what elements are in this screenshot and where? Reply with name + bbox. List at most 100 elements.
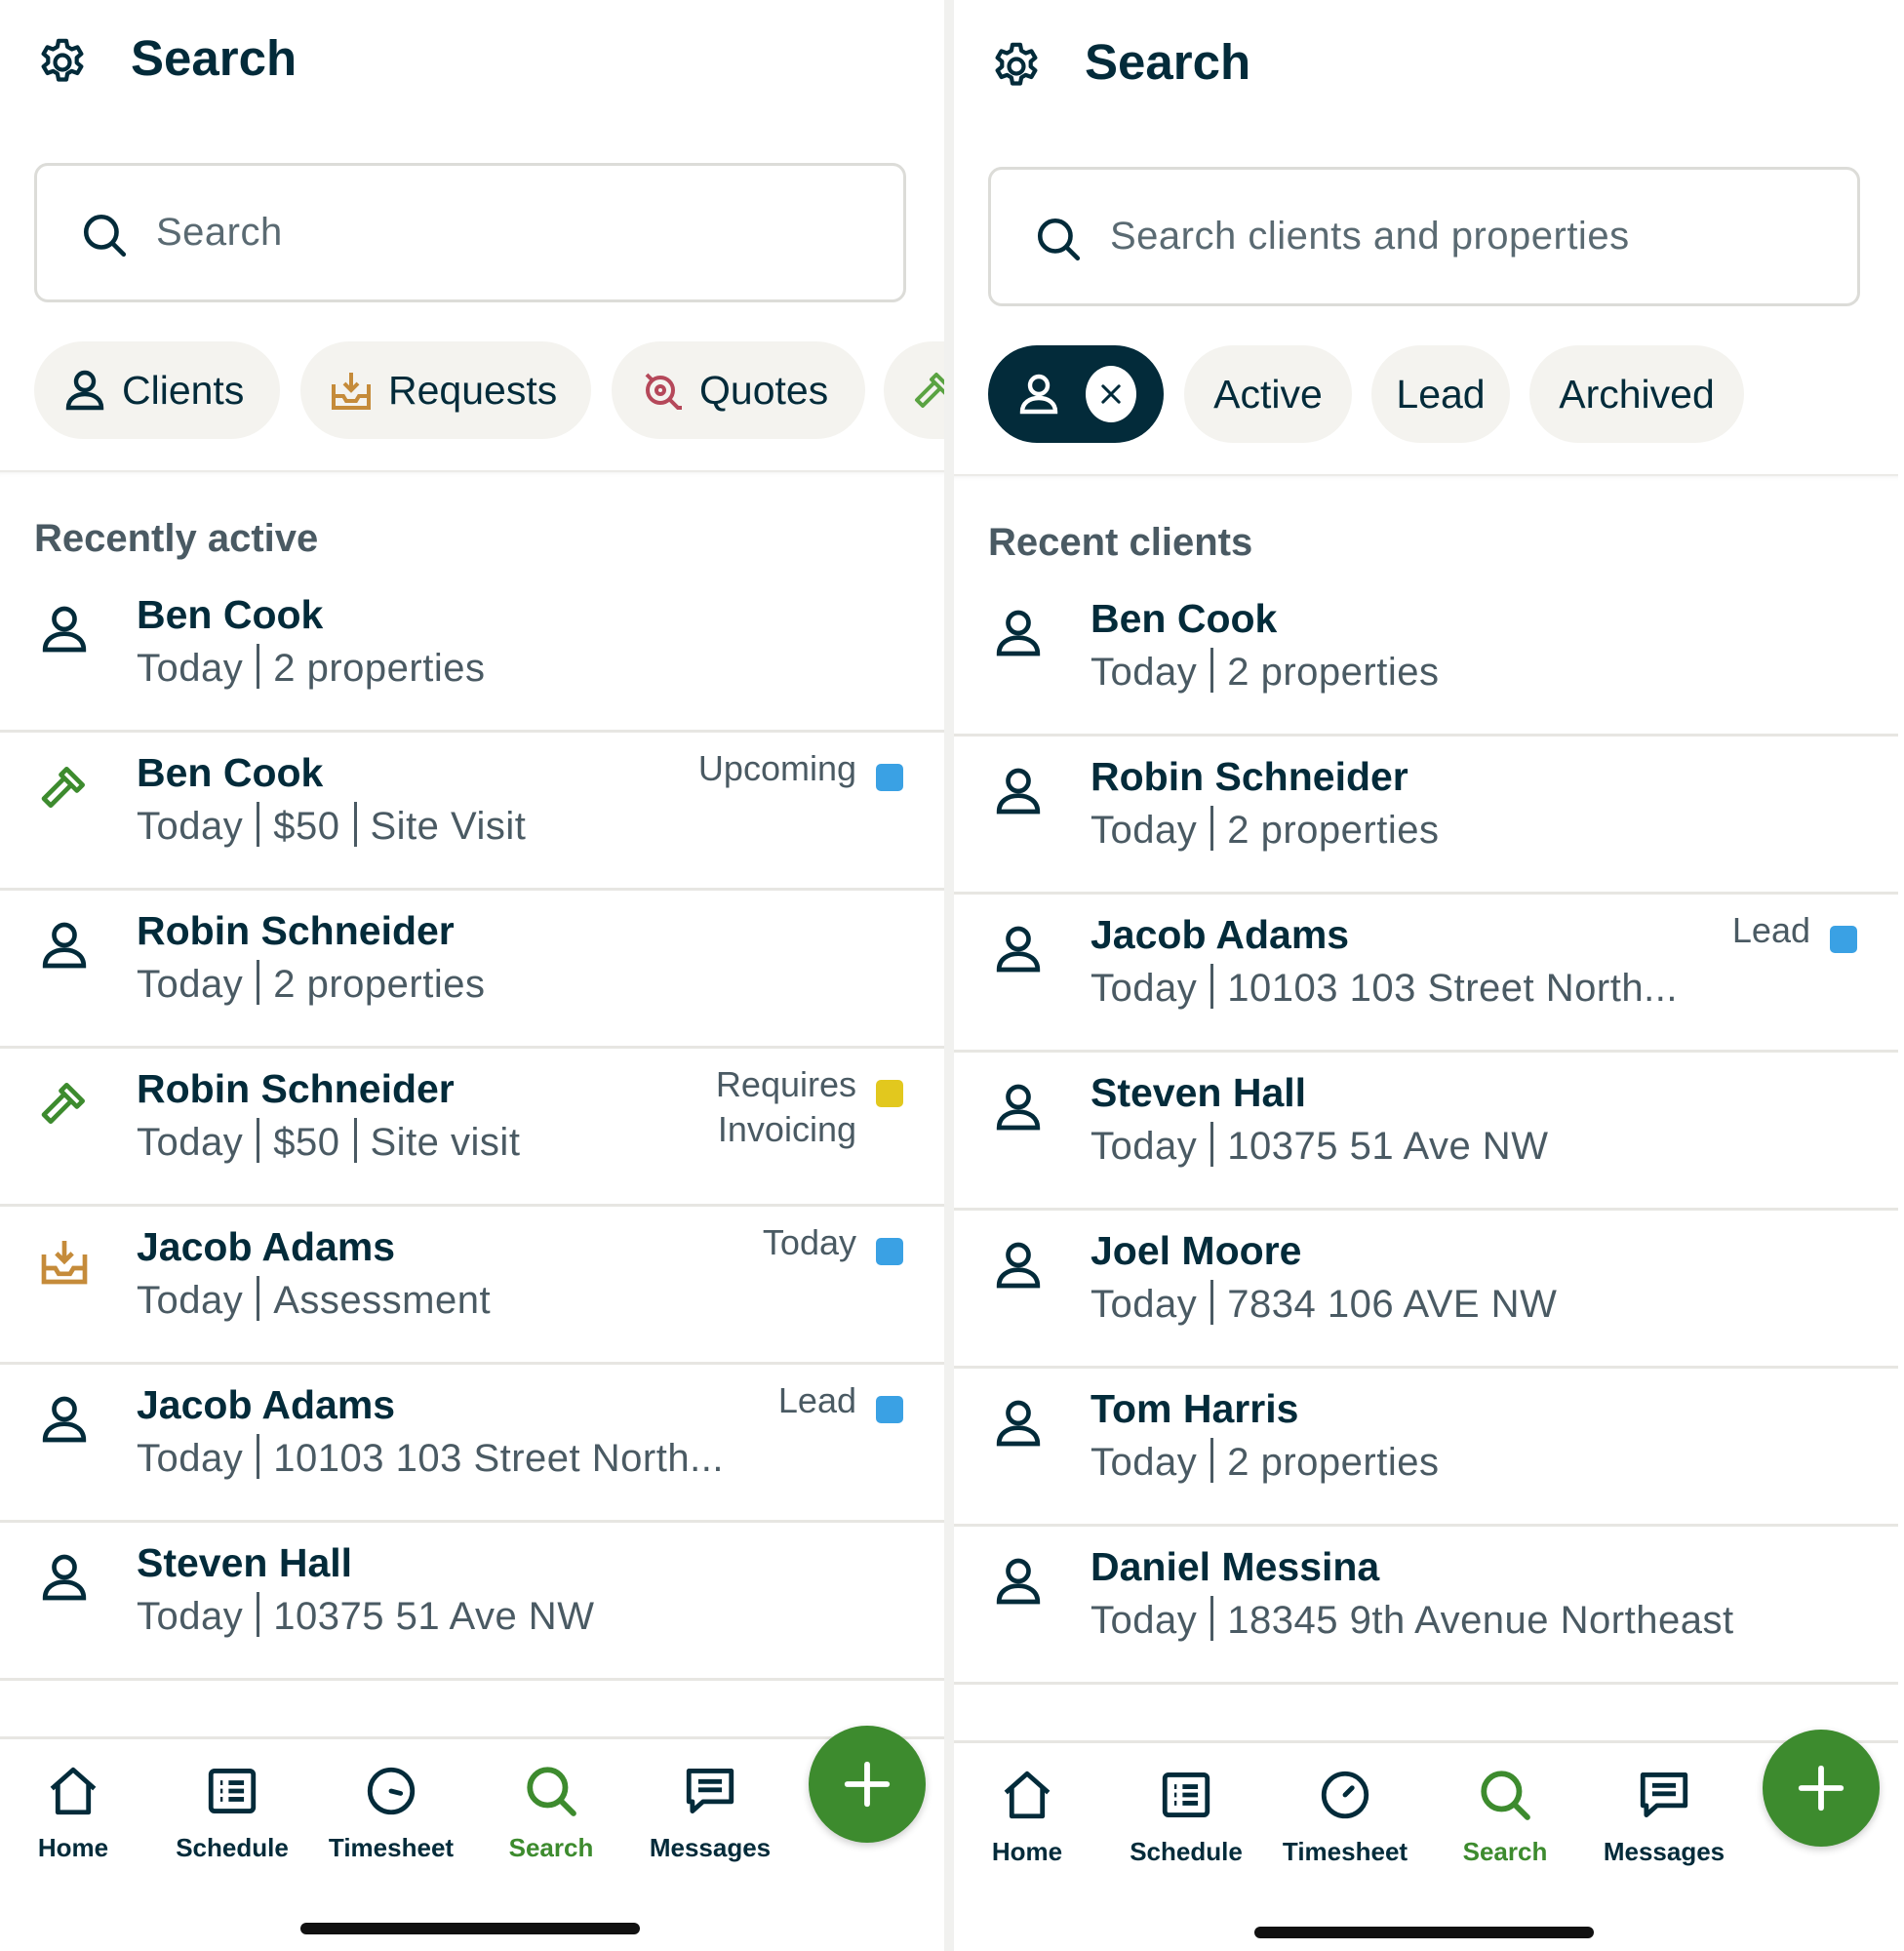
list-item[interactable]: Robin Schneider Today 2 properties: [954, 737, 1898, 895]
row-name: Robin Schneider: [137, 908, 455, 953]
chip-clients[interactable]: Clients: [34, 341, 280, 439]
add-button[interactable]: [1763, 1730, 1880, 1847]
nav-messages[interactable]: Messages: [637, 1763, 783, 1863]
row-name: Jacob Adams: [137, 1382, 396, 1427]
person-icon: [996, 610, 1041, 657]
row-subtitle: Today 7834 106 AVE NW: [1091, 1280, 1557, 1329]
search-icon: [83, 214, 127, 258]
chip-archived[interactable]: Archived: [1529, 345, 1744, 443]
nav-schedule[interactable]: Schedule: [159, 1763, 305, 1863]
search-screen-right: Search Search clients and properties Act…: [954, 0, 1898, 1951]
row-subtitle: Today 10103 103 Street North...: [1091, 964, 1678, 1013]
bottom-nav: Home Schedule Timesheet Search Messages: [0, 1726, 944, 1951]
chip-label: Active: [1213, 371, 1323, 417]
chip-label: Archived: [1559, 371, 1715, 417]
person-icon: [42, 922, 87, 969]
search-input[interactable]: Search: [34, 163, 906, 302]
list-item[interactable]: Steven Hall Today 10375 51 Ave NW: [0, 1523, 944, 1681]
chip-label: Quotes: [699, 367, 829, 413]
status-dot: [876, 1396, 903, 1423]
results-list: Recently active Ben Cook Today 2 properti…: [0, 470, 944, 1736]
status-dot: [876, 1080, 903, 1107]
clock-icon: [367, 1767, 416, 1815]
hammer-icon: [41, 1083, 85, 1124]
row-name: Tom Harris: [1091, 1386, 1299, 1431]
row-name: Daniel Messina: [1091, 1544, 1380, 1589]
timer-icon: [1321, 1771, 1369, 1819]
request-inbox-icon: [41, 1241, 88, 1285]
list-item[interactable]: Ben Cook Today 2 properties: [954, 578, 1898, 737]
header: Search: [954, 0, 1898, 127]
filter-chips: Clients Requests Quotes: [0, 341, 944, 443]
row-subtitle: Today 10103 103 Street North...: [137, 1434, 724, 1483]
home-indicator: [300, 1923, 640, 1934]
row-name: Robin Schneider: [1091, 754, 1408, 799]
status-label: Today: [762, 1222, 856, 1262]
status-dot: [876, 1238, 903, 1265]
schedule-icon: [1162, 1772, 1210, 1817]
list-item[interactable]: Robin Schneider Today $50 Site visit Requi…: [0, 1049, 944, 1207]
chip-active[interactable]: Active: [1184, 345, 1352, 443]
nav-timesheet[interactable]: Timesheet: [318, 1763, 464, 1863]
row-subtitle: Today 2 properties: [1091, 648, 1439, 697]
row-name: Ben Cook: [137, 592, 324, 637]
plus-icon: [844, 1761, 891, 1808]
row-subtitle: Today $50 Site visit: [137, 1118, 520, 1167]
nav-home[interactable]: Home: [954, 1767, 1100, 1867]
row-subtitle: Today 10375 51 Ave NW: [137, 1592, 594, 1641]
list-item[interactable]: Tom Harris Today 2 properties: [954, 1369, 1898, 1527]
gear-icon[interactable]: [35, 35, 90, 90]
hammer-icon: [41, 767, 85, 808]
search-input[interactable]: Search clients and properties: [988, 167, 1860, 306]
row-subtitle: Today 10375 51 Ave NW: [1091, 1122, 1548, 1171]
row-subtitle: Today 2 properties: [1091, 806, 1439, 855]
list-item[interactable]: Jacob Adams Today Assessment Today: [0, 1207, 944, 1365]
row-name: Ben Cook: [1091, 596, 1278, 641]
nav-messages[interactable]: Messages: [1591, 1767, 1737, 1867]
row-name: Jacob Adams: [1091, 912, 1350, 957]
person-icon: [996, 1400, 1041, 1447]
chip-quotes[interactable]: Quotes: [612, 341, 865, 439]
person-icon: [996, 1084, 1041, 1131]
list-item[interactable]: Jacob Adams Today 10103 103 Street North.…: [954, 895, 1898, 1053]
list-item[interactable]: Jacob Adams Today 10103 103 Street North.…: [0, 1365, 944, 1523]
row-subtitle: Today 2 properties: [137, 960, 485, 1009]
nav-search[interactable]: Search: [1432, 1767, 1578, 1867]
chip-requests[interactable]: Requests: [300, 341, 591, 439]
row-name: Ben Cook: [137, 750, 324, 795]
row-subtitle: Today 2 properties: [1091, 1438, 1439, 1487]
chip-clients-selected[interactable]: [988, 345, 1164, 443]
nav-home[interactable]: Home: [0, 1763, 146, 1863]
search-icon: [1037, 218, 1081, 261]
status-label: Requires Invoicing: [715, 1064, 856, 1149]
list-item[interactable]: Daniel Messina Today 18345 9th Avenue Nor…: [954, 1527, 1898, 1685]
list-item[interactable]: Ben Cook Today $50 Site Visit Upcoming: [0, 733, 944, 891]
quote-icon: [645, 373, 682, 410]
nav-search[interactable]: Search: [478, 1763, 624, 1863]
list-item[interactable]: Steven Hall Today 10375 51 Ave NW: [954, 1053, 1898, 1211]
person-icon: [996, 926, 1041, 973]
home-icon: [1004, 1771, 1051, 1819]
person-icon: [42, 1554, 87, 1601]
status-label: Upcoming: [697, 748, 856, 788]
nav-schedule[interactable]: Schedule: [1113, 1767, 1259, 1867]
list-item[interactable]: Ben Cook Today 2 properties: [0, 575, 944, 733]
section-title: Recent clients: [988, 521, 1253, 564]
list-item[interactable]: Joel Moore Today 7834 106 AVE NW: [954, 1211, 1898, 1369]
row-name: Robin Schneider: [137, 1066, 455, 1111]
row-subtitle: Today 18345 9th Avenue Northeast: [1091, 1596, 1734, 1645]
plus-icon: [1798, 1765, 1844, 1812]
chip-label: Requests: [388, 367, 558, 413]
chip-jobs[interactable]: [884, 341, 944, 439]
chip-lead[interactable]: Lead: [1371, 345, 1510, 443]
page-title: Search: [1085, 34, 1251, 90]
clear-filter-button[interactable]: [1086, 366, 1136, 422]
add-button[interactable]: [809, 1726, 926, 1843]
nav-timesheet[interactable]: Timesheet: [1272, 1767, 1418, 1867]
close-icon: [1101, 384, 1121, 404]
gear-icon[interactable]: [989, 39, 1044, 94]
list-item[interactable]: Robin Schneider Today 2 properties: [0, 891, 944, 1049]
page-title: Search: [131, 30, 298, 86]
person-icon: [42, 1396, 87, 1443]
person-icon: [1019, 374, 1058, 415]
